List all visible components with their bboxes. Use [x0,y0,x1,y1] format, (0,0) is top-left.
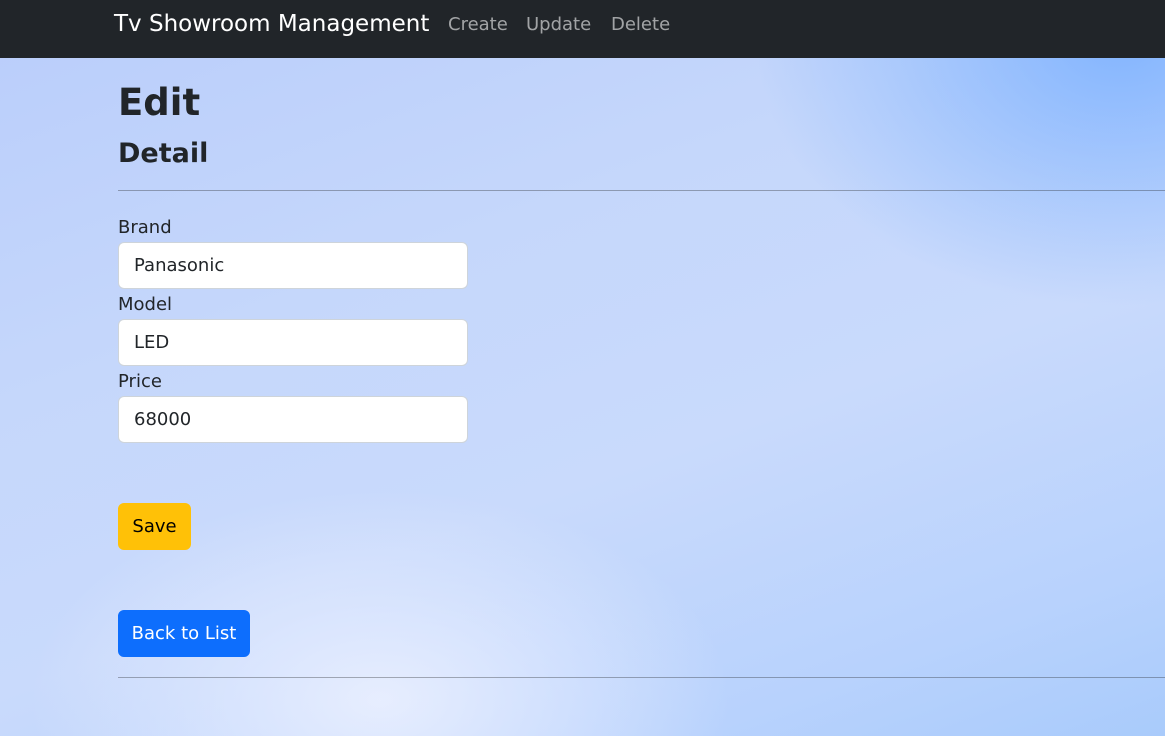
save-button[interactable]: Save [118,503,191,550]
nav-link-create[interactable]: Create [448,13,508,37]
back-to-list-button[interactable]: Back to List [118,610,250,657]
navbar-brand[interactable]: Tv Showroom Management [114,10,429,38]
price-field[interactable] [118,396,468,443]
top-navbar: Tv Showroom Management Create Update Del… [0,0,1165,58]
page-subtitle: Detail [118,138,209,169]
price-label: Price [118,371,162,392]
nav-link-update[interactable]: Update [526,13,591,37]
brand-label: Brand [118,217,172,238]
model-label: Model [118,294,173,315]
page-title: Edit [118,81,201,124]
divider-top [118,190,1165,191]
model-field[interactable] [118,319,468,366]
nav-link-delete[interactable]: Delete [611,13,670,37]
divider-bottom [118,677,1165,678]
brand-field[interactable] [118,242,468,289]
